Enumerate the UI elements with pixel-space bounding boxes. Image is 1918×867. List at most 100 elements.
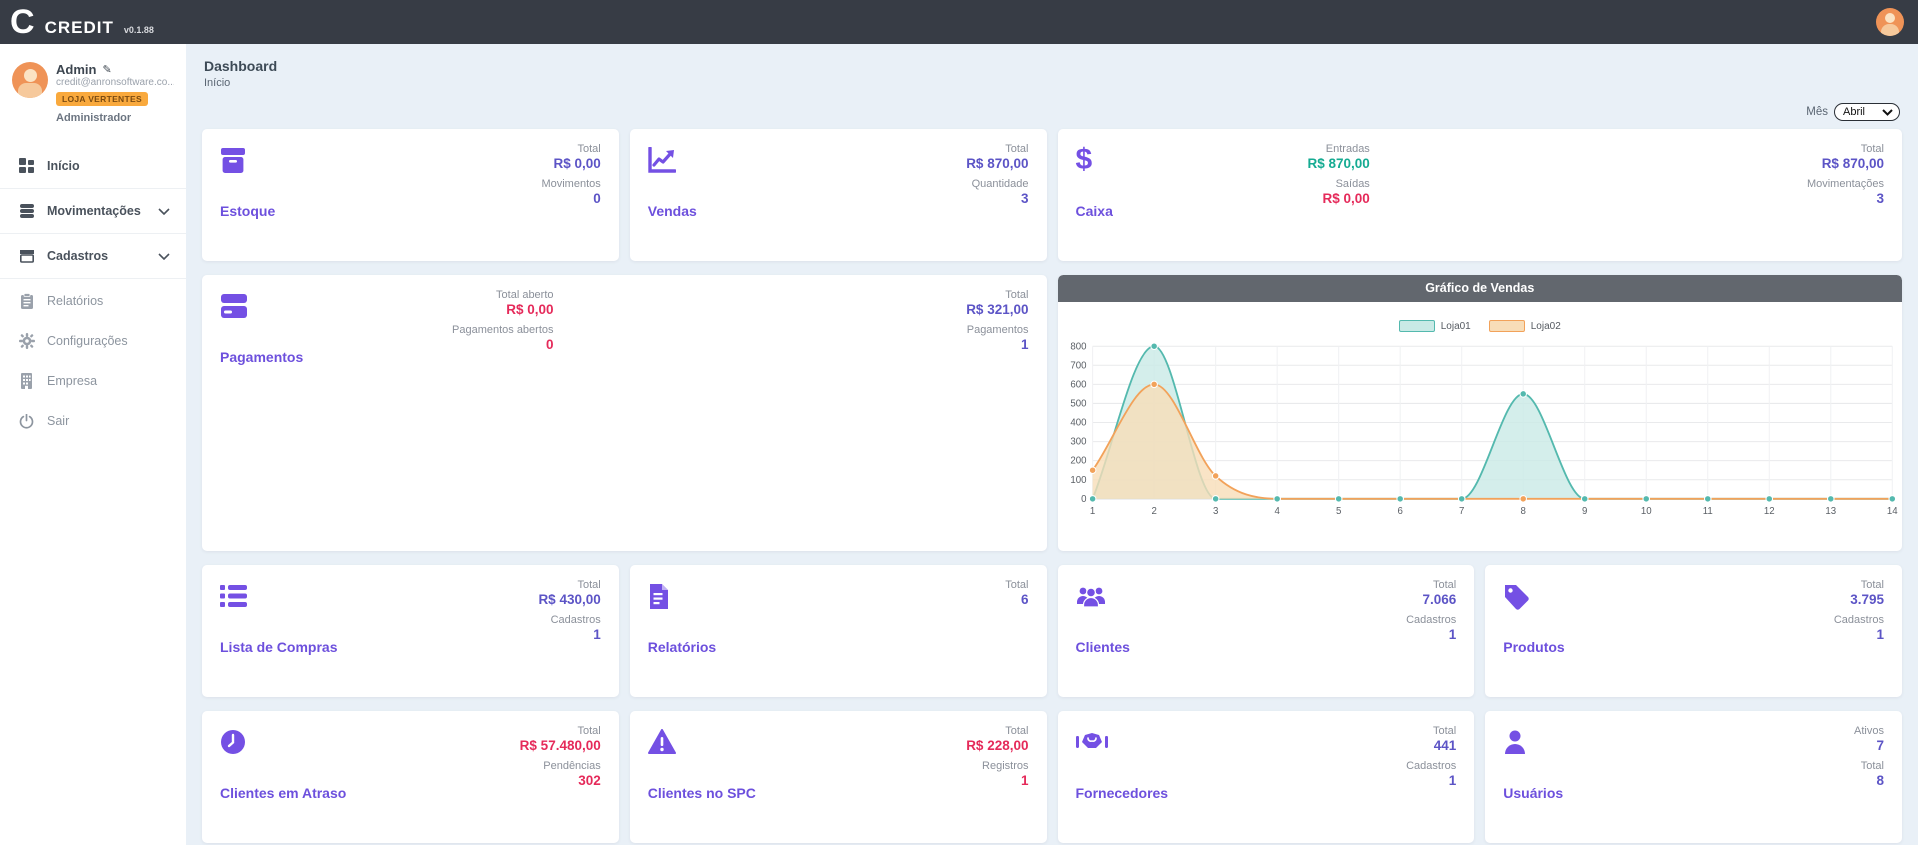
stat-value: R$ 321,00 [966,302,1028,317]
clipboard-icon [18,293,35,309]
building-icon [18,373,35,389]
edit-profile-icon[interactable]: ✎ [102,63,111,76]
stack-icon [18,203,35,219]
breadcrumb: Início [204,77,1902,89]
svg-text:200: 200 [1070,456,1086,467]
topbar: C CREDIT v0.1.88 [0,0,1918,44]
sidebar-item-sair[interactable]: Sair [0,401,186,441]
sidebar-item-cadastros[interactable]: Cadastros [0,236,186,276]
stat-label: Cadastros [538,614,600,626]
chevron-down-icon [158,202,170,220]
sidebar-item-inicio[interactable]: Início [0,146,186,186]
sidebar-item-configuracoes[interactable]: Configurações [0,321,186,361]
card-title-link[interactable]: Lista de Compras [220,639,337,655]
page-title: Dashboard [204,58,1902,74]
stat-value: 0 [452,337,554,352]
svg-text:400: 400 [1070,418,1086,429]
sidebar-item-empresa[interactable]: Empresa [0,361,186,401]
card-title-link[interactable]: Pagamentos [220,349,303,365]
card-pagamentos: Pagamentos Total abertoR$ 0,00 Pagamento… [202,275,1047,551]
svg-text:8: 8 [1520,506,1525,517]
svg-text:800: 800 [1070,341,1086,352]
sidebar-item-label: Movimentações [47,204,141,218]
sidebar: Admin ✎ credit@anronsoftware.co... LOJA … [0,44,186,867]
stat-label: Entradas [1308,143,1370,155]
stat-value: 6 [1005,592,1028,607]
stat-value: 3 [1807,191,1884,206]
divider [0,278,186,279]
chart-title: Gráfico de Vendas [1058,275,1903,302]
stat-label: Total [1807,143,1884,155]
sidebar-item-relatorios[interactable]: Relatórios [0,281,186,321]
stat-value: 8 [1854,773,1884,788]
stat-label: Cadastros [1834,614,1884,626]
month-select[interactable]: Abril [1834,103,1900,121]
card-title-link[interactable]: Clientes [1076,639,1130,655]
card-clientes: Clientes Total7.066 Cadastros1 [1058,565,1475,697]
svg-text:300: 300 [1070,437,1086,448]
stat-label: Movimentações [1807,178,1884,190]
stat-value: 1 [1406,773,1456,788]
stat-label: Total [1406,579,1456,591]
svg-text:1: 1 [1089,506,1094,517]
stat-label: Total [520,725,601,737]
stat-value: R$ 228,00 [966,738,1028,753]
users-icon [1076,581,1457,611]
stat-label: Pagamentos abertos [452,324,554,336]
svg-text:0: 0 [1081,494,1086,505]
card-estoque: Estoque TotalR$ 0,00 Movimentos0 [202,129,619,261]
app-name: CREDIT [45,18,114,38]
svg-text:9: 9 [1582,506,1587,517]
card-usuarios: Usuários Ativos7 Total8 [1485,711,1902,843]
card-title-link[interactable]: Caixa [1076,203,1113,219]
app-version: v0.1.88 [124,25,154,35]
archive-icon [18,249,35,263]
stat-value: R$ 870,00 [1308,156,1370,171]
stat-label: Total [541,143,600,155]
stat-label: Total [1854,760,1884,772]
sidebar-item-label: Início [47,159,80,173]
user-email: credit@anronsoftware.co... [56,77,174,88]
card-produtos: Produtos Total3.795 Cadastros1 [1485,565,1902,697]
card-title-link[interactable]: Fornecedores [1076,785,1169,801]
stat-label: Total aberto [452,289,554,301]
card-clientes-spc: Clientes no SPC TotalR$ 228,00 Registros… [630,711,1047,843]
sidebar-item-label: Sair [47,414,69,428]
svg-text:600: 600 [1070,379,1086,390]
user-name: Admin [56,62,96,77]
svg-text:13: 13 [1825,506,1836,517]
svg-text:2: 2 [1151,506,1156,517]
svg-text:11: 11 [1702,506,1712,517]
svg-text:12: 12 [1763,506,1774,517]
card-title-link[interactable]: Vendas [648,203,697,219]
card-title-link[interactable]: Produtos [1503,639,1564,655]
legend-item: Loja01 [1399,320,1471,332]
stat-label: Total [966,725,1028,737]
user-avatar[interactable] [12,62,48,98]
user-icon [1503,727,1884,757]
month-select-value: Abril [1843,106,1865,118]
topbar-user-avatar-icon[interactable] [1876,8,1904,36]
sales-area-chart: 0100200300400500600700800123456789101112… [1058,334,1903,523]
card-fornecedores: Fornecedores Total441 Cadastros1 [1058,711,1475,843]
sidebar-item-label: Empresa [47,374,97,388]
card-title-link[interactable]: Clientes em Atraso [220,785,346,801]
svg-text:7: 7 [1459,506,1464,517]
sidebar-item-movimentacoes[interactable]: Movimentações [0,191,186,231]
tag-icon [1503,581,1884,611]
legend-item: Loja02 [1489,320,1561,332]
card-title-link[interactable]: Relatórios [648,639,716,655]
chevron-down-icon [158,247,170,265]
card-title-link[interactable]: Clientes no SPC [648,785,756,801]
stat-label: Pendências [520,760,601,772]
stat-label: Total [538,579,600,591]
stat-label: Pagamentos [966,324,1028,336]
chevron-down-icon [1882,109,1893,116]
stat-label: Saídas [1308,178,1370,190]
legend-label: Loja01 [1441,321,1471,332]
svg-text:100: 100 [1070,475,1086,486]
svg-text:14: 14 [1886,506,1897,517]
card-title-link[interactable]: Usuários [1503,785,1563,801]
card-title-link[interactable]: Estoque [220,203,275,219]
document-icon [648,581,1029,611]
